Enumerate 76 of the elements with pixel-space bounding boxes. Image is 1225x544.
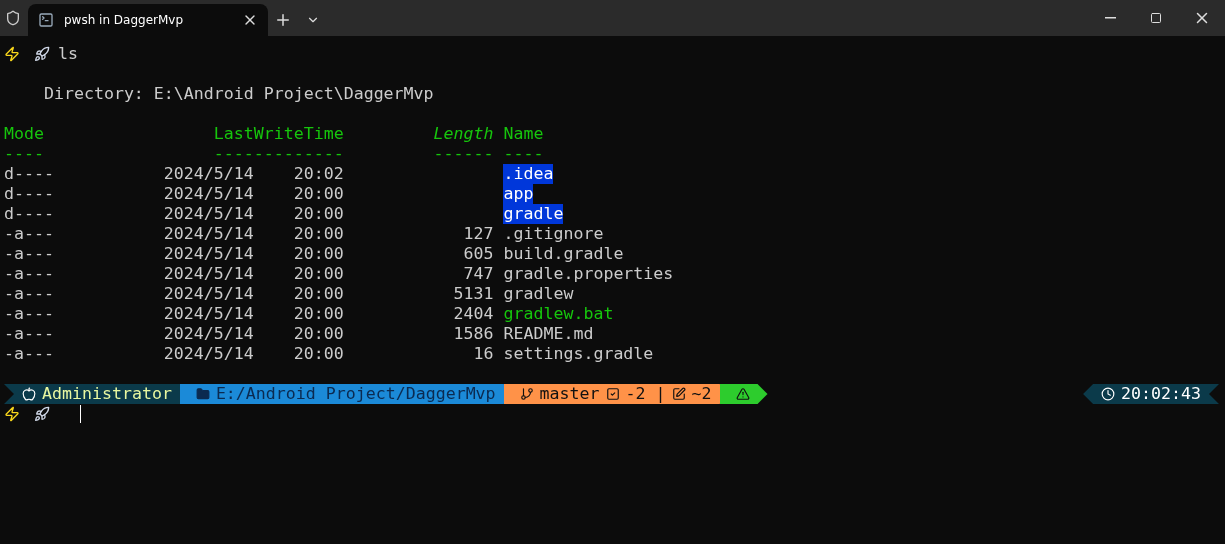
file-name: .idea bbox=[503, 164, 554, 184]
file-name: gradle.properties bbox=[503, 264, 674, 284]
edit-icon bbox=[671, 387, 686, 401]
length-cell-text: 1586 bbox=[452, 324, 494, 344]
tab-title: pwsh in DaggerMvp bbox=[64, 13, 185, 27]
file-name: README.md bbox=[503, 324, 594, 344]
time-cell-text: 20:00 bbox=[292, 244, 344, 264]
mode-cell-text: d---- bbox=[4, 184, 55, 204]
rocket-icon bbox=[34, 406, 50, 422]
date-cell: 2024/5/14 bbox=[163, 304, 254, 324]
file-name: gradlew bbox=[503, 284, 574, 304]
lightning-icon bbox=[4, 406, 20, 422]
time-cell-text: 20:00 bbox=[292, 324, 344, 344]
plus-icon bbox=[274, 11, 292, 29]
time-cell-text: 20:00 bbox=[292, 224, 344, 244]
time-cell-text: 20:00 bbox=[292, 264, 344, 284]
column-header: LastWriteTime bbox=[212, 124, 344, 144]
mode-cell-text: -a--- bbox=[4, 324, 55, 344]
header-underline: ---- bbox=[4, 144, 45, 164]
time-cell-text: 20:00 bbox=[292, 304, 344, 324]
date-cell: 2024/5/14 bbox=[163, 284, 254, 304]
terminal-icon bbox=[38, 12, 54, 28]
rocket-icon bbox=[34, 46, 50, 62]
length-cell-text: 2404 bbox=[452, 304, 494, 324]
date-cell: 2024/5/14 bbox=[163, 164, 254, 184]
date-cell: 2024/5/14 bbox=[163, 324, 254, 344]
file-name: build.gradle bbox=[503, 244, 624, 264]
clock-icon bbox=[1101, 387, 1116, 401]
column-header: Name bbox=[503, 124, 545, 144]
date-cell: 2024/5/14 bbox=[163, 264, 254, 284]
mode-cell-text: -a--- bbox=[4, 264, 55, 284]
file-name: settings.gradle bbox=[503, 344, 654, 364]
lightning-icon bbox=[4, 46, 20, 62]
apple-icon bbox=[22, 387, 36, 401]
date-cell: 2024/5/14 bbox=[163, 204, 254, 224]
directory-line: Directory: E:\Android Project\DaggerMvp bbox=[43, 84, 434, 104]
maximize-icon bbox=[1150, 12, 1162, 24]
length-cell-text: 16 bbox=[472, 344, 494, 364]
date-cell: 2024/5/14 bbox=[163, 244, 254, 264]
column-header: Length bbox=[432, 124, 494, 144]
file-name: gradle bbox=[503, 204, 564, 224]
mode-cell-text: -a--- bbox=[4, 284, 55, 304]
length-cell-text: 747 bbox=[462, 264, 494, 284]
time-cell-text: 20:00 bbox=[292, 344, 344, 364]
time-cell-text: 20:00 bbox=[292, 204, 344, 224]
check-square-icon bbox=[605, 387, 620, 401]
mode-cell-text: -a--- bbox=[4, 344, 55, 364]
column-header: Mode bbox=[4, 124, 45, 144]
file-name: .gitignore bbox=[503, 224, 604, 244]
time-cell-text: 20:02 bbox=[292, 164, 344, 184]
length-cell-text: 5131 bbox=[452, 284, 494, 304]
header-underline: ------ bbox=[432, 144, 494, 164]
file-name: app bbox=[503, 184, 534, 204]
mode-cell-text: -a--- bbox=[4, 244, 55, 264]
mode-cell-text: d---- bbox=[4, 164, 55, 184]
date-cell: 2024/5/14 bbox=[163, 224, 254, 244]
mode-cell-text: d---- bbox=[4, 204, 55, 224]
date-cell: 2024/5/14 bbox=[163, 184, 254, 204]
length-cell-text: 605 bbox=[462, 244, 494, 264]
header-underline: ------------- bbox=[212, 144, 344, 164]
text-cursor bbox=[80, 405, 81, 423]
terminal-tab[interactable]: pwsh in DaggerMvp bbox=[28, 4, 268, 36]
mode-cell-text: -a--- bbox=[4, 304, 55, 324]
command-text: ls bbox=[58, 44, 78, 64]
file-name: gradlew.bat bbox=[503, 304, 614, 324]
date-cell: 2024/5/14 bbox=[163, 344, 254, 364]
mode-cell-text: -a--- bbox=[4, 224, 55, 244]
header-underline: ---- bbox=[503, 144, 545, 164]
folder-icon bbox=[195, 387, 210, 401]
time-segment: 20:02:43 bbox=[1083, 384, 1219, 404]
time-cell-text: 20:00 bbox=[292, 184, 344, 204]
warning-icon bbox=[735, 387, 750, 401]
time-cell-text: 20:00 bbox=[292, 284, 344, 304]
length-cell-text: 127 bbox=[462, 224, 494, 244]
minimize-icon bbox=[1104, 17, 1116, 19]
branch-icon bbox=[519, 387, 534, 401]
